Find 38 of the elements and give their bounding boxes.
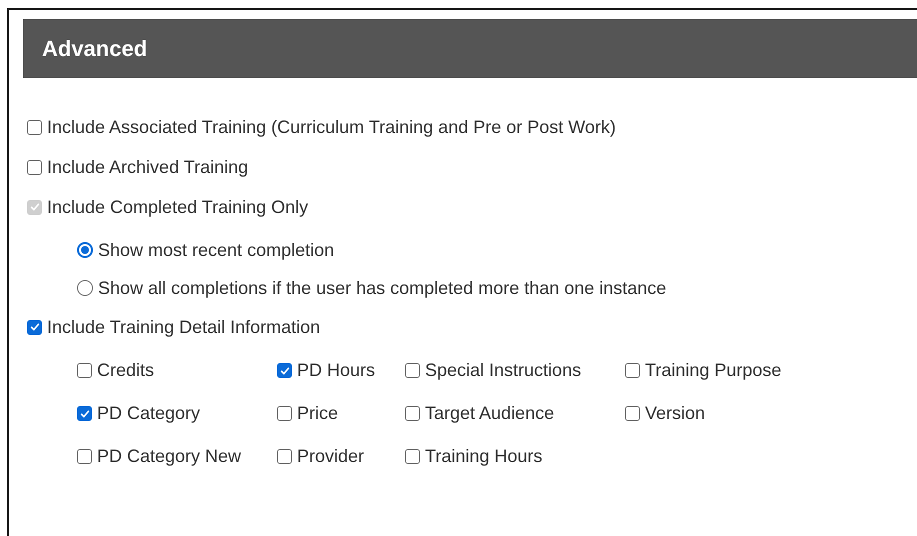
checkbox[interactable] — [77, 363, 92, 378]
checkbox[interactable] — [277, 363, 292, 378]
section-title: Advanced — [42, 36, 148, 62]
checkbox[interactable] — [625, 363, 640, 378]
checkbox[interactable] — [405, 363, 420, 378]
option-label: Include Associated Training (Curriculum Training and Pre or Post Work) — [47, 116, 616, 138]
checkmark-icon — [28, 321, 40, 333]
checkbox[interactable] — [77, 406, 92, 421]
option-label: Special Instructions — [425, 360, 582, 381]
option-label: Training Hours — [425, 446, 542, 467]
checkbox[interactable] — [405, 406, 420, 421]
option-label: PD Category New — [97, 446, 242, 467]
option-label: Include Training Detail Information — [47, 316, 320, 338]
checkbox[interactable] — [405, 449, 420, 464]
checkbox[interactable] — [77, 449, 92, 464]
option-label: Include Completed Training Only — [47, 196, 308, 218]
option-label: Provider — [297, 446, 364, 467]
checkmark-icon — [78, 408, 90, 420]
checkmark-icon — [28, 201, 40, 213]
option-label: PD Hours — [297, 360, 376, 381]
option-label: Price — [297, 403, 338, 424]
option-label: PD Category — [97, 403, 200, 424]
option-label: Training Purpose — [645, 360, 782, 381]
checkbox[interactable] — [27, 160, 42, 174]
checkmark-icon — [278, 364, 290, 376]
option-label: Include Archived Training — [47, 156, 248, 178]
option-label: Target Audience — [425, 403, 554, 424]
radio-button[interactable] — [77, 280, 93, 296]
checkbox[interactable] — [27, 120, 42, 134]
option-label: Credits — [97, 360, 154, 381]
checkbox[interactable] — [625, 406, 640, 421]
radio-button[interactable] — [77, 242, 93, 258]
checkbox[interactable] — [277, 449, 292, 464]
option-label: Show all completions if the user has completed more than one instance — [98, 278, 666, 298]
option-label: Show most recent completion — [98, 240, 334, 260]
checkbox[interactable] — [27, 320, 42, 334]
checkbox[interactable] — [277, 406, 292, 421]
option-label: Version — [645, 403, 706, 424]
